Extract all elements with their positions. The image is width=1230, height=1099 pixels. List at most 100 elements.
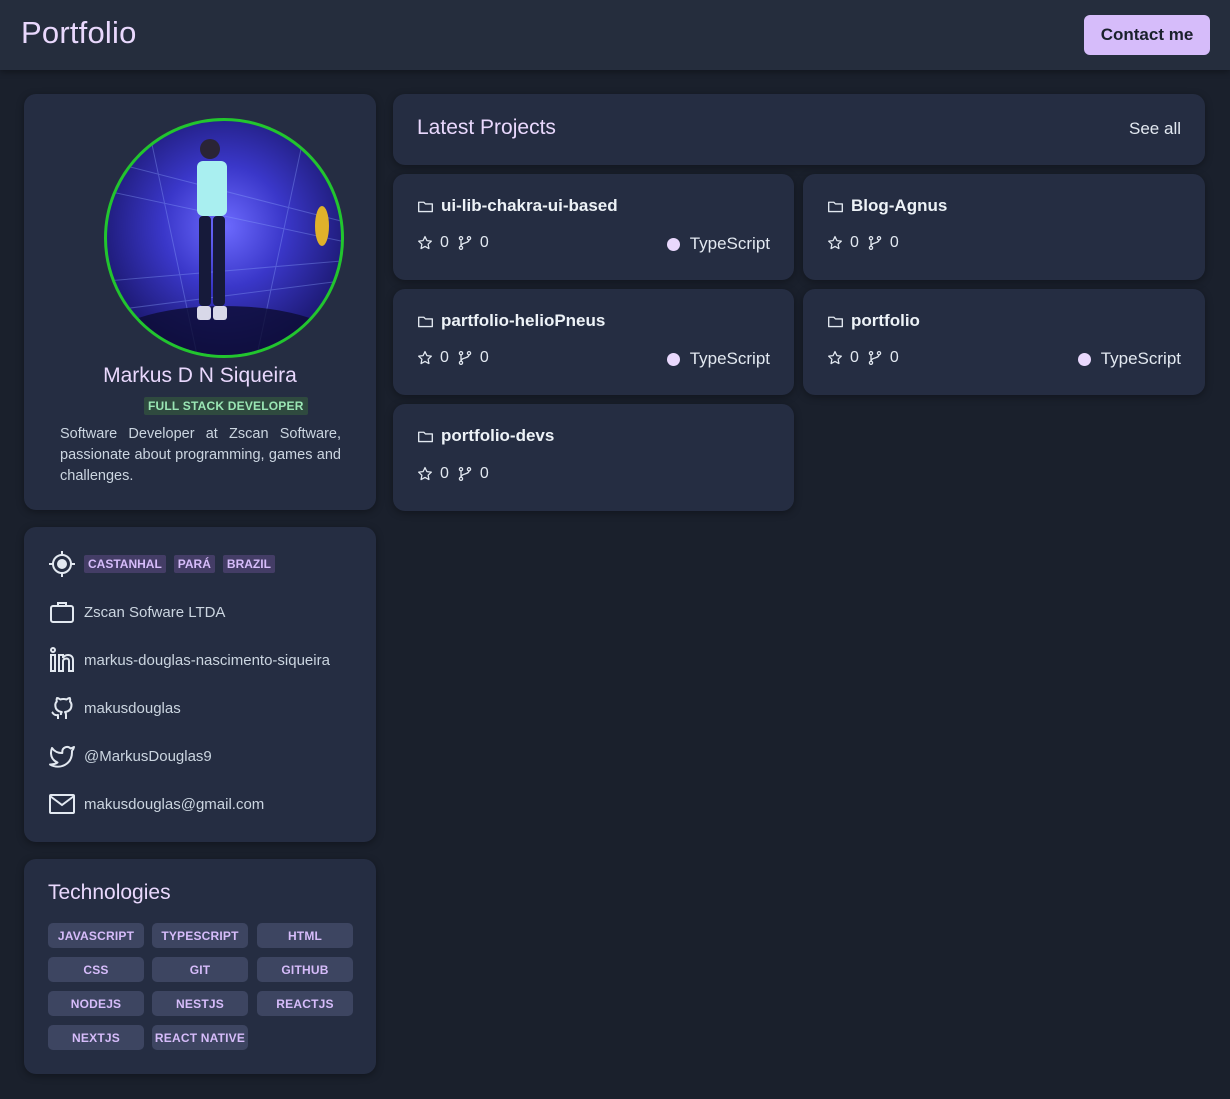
- folder-icon: [828, 201, 843, 212]
- email-link[interactable]: makusdouglas@gmail.com: [84, 796, 264, 813]
- location-row: CASTANHAL PARÁ BRAZIL: [48, 550, 283, 578]
- git-fork-icon: [458, 350, 472, 366]
- mail-icon: [49, 794, 75, 814]
- tech-badge: NODEJS: [48, 991, 144, 1016]
- profile-card: Markus D N Siqueira FULL STACK DEVELOPER…: [24, 94, 376, 510]
- email-row[interactable]: makusdouglas@gmail.com: [48, 790, 264, 818]
- tech-badge: JAVASCRIPT: [48, 923, 144, 948]
- crosshair-icon: [49, 551, 75, 577]
- folder-icon: [418, 201, 433, 212]
- fork-count: 0: [479, 234, 489, 251]
- linkedin-icon: [50, 647, 74, 672]
- project-name[interactable]: partfolio-helioPneus: [441, 311, 605, 331]
- location-city-badge: CASTANHAL: [84, 555, 166, 573]
- project-language: TypeScript: [1077, 349, 1181, 369]
- project-language: TypeScript: [666, 234, 770, 254]
- star-icon: [828, 350, 842, 365]
- fork-count: 0: [479, 349, 489, 366]
- linkedin-row[interactable]: markus-douglas-nascimento-siqueira: [48, 646, 330, 674]
- language-label: TypeScript: [689, 234, 770, 253]
- folder-icon: [418, 431, 433, 442]
- star-count: 0: [440, 465, 449, 482]
- project-card[interactable]: Blog-Agnus 0 0: [803, 174, 1205, 280]
- twitter-link[interactable]: @MarkusDouglas9: [84, 748, 212, 765]
- tech-badge: HTML: [257, 923, 353, 948]
- language-dot: [666, 352, 680, 366]
- star-count: 0: [440, 234, 449, 251]
- tech-badge: REACTJS: [257, 991, 353, 1016]
- tech-badge: NESTJS: [152, 991, 248, 1016]
- tech-badge: TYPESCRIPT: [152, 923, 248, 948]
- git-fork-icon: [868, 350, 882, 366]
- star-icon: [418, 235, 432, 250]
- star-count: 0: [850, 234, 859, 251]
- language-dot: [666, 237, 680, 251]
- twitter-icon: [49, 746, 75, 768]
- project-stats: 0 0: [827, 234, 907, 252]
- location-country-badge: BRAZIL: [222, 555, 275, 573]
- star-icon: [418, 466, 432, 481]
- star-icon: [828, 235, 842, 250]
- top-navbar: Portfolio Contact me: [0, 0, 1230, 70]
- project-name[interactable]: Blog-Agnus: [851, 196, 947, 216]
- language-dot: [1077, 352, 1091, 366]
- project-title[interactable]: portfolio-devs: [417, 426, 554, 446]
- project-card[interactable]: partfolio-helioPneus 0 0 TypeScript: [393, 289, 794, 395]
- twitter-row[interactable]: @MarkusDouglas9: [48, 742, 212, 770]
- profile-bio: Software Developer at Zscan Software, pa…: [60, 426, 341, 484]
- fork-count: 0: [889, 234, 899, 251]
- avatar-photo-icon: [107, 121, 341, 355]
- github-row[interactable]: makusdouglas: [48, 694, 181, 722]
- avatar: [104, 118, 344, 358]
- fork-count: 0: [479, 465, 489, 482]
- project-title[interactable]: ui-lib-chakra-ui-based: [417, 196, 618, 216]
- project-card[interactable]: portfolio 0 0 TypeScript: [803, 289, 1205, 395]
- project-title[interactable]: partfolio-helioPneus: [417, 311, 605, 331]
- contact-me-button[interactable]: Contact me: [1084, 15, 1210, 55]
- git-fork-icon: [868, 235, 882, 251]
- project-title[interactable]: Blog-Agnus: [827, 196, 947, 216]
- latest-projects-header: Latest Projects See all: [393, 94, 1205, 165]
- star-icon: [418, 350, 432, 365]
- location-state-badge: PARÁ: [173, 555, 215, 573]
- github-icon: [51, 697, 73, 719]
- folder-icon: [418, 316, 433, 327]
- role-badge: FULL STACK DEVELOPER: [144, 397, 308, 415]
- linkedin-link[interactable]: markus-douglas-nascimento-siqueira: [84, 652, 330, 669]
- star-count: 0: [850, 349, 859, 366]
- company-row: Zscan Sofware LTDA: [48, 598, 225, 626]
- project-language: TypeScript: [666, 349, 770, 369]
- star-count: 0: [440, 349, 449, 366]
- technologies-card: Technologies JAVASCRIPT TYPESCRIPT HTML …: [24, 859, 376, 1074]
- github-link[interactable]: makusdouglas: [84, 700, 181, 717]
- project-name[interactable]: ui-lib-chakra-ui-based: [441, 196, 618, 216]
- project-card[interactable]: ui-lib-chakra-ui-based 0 0 TypeScript: [393, 174, 794, 280]
- fork-count: 0: [889, 349, 899, 366]
- project-stats: 0 0: [417, 465, 497, 483]
- see-all-link[interactable]: See all: [1129, 119, 1181, 139]
- folder-icon: [828, 316, 843, 327]
- tech-badge: GITHUB: [257, 957, 353, 982]
- git-fork-icon: [458, 235, 472, 251]
- briefcase-icon: [50, 602, 74, 623]
- tech-badge: CSS: [48, 957, 144, 982]
- git-fork-icon: [458, 466, 472, 482]
- company-text: Zscan Sofware LTDA: [84, 603, 226, 621]
- contact-info-card: CASTANHAL PARÁ BRAZIL Zscan Sofware LTDA…: [24, 527, 376, 842]
- language-label: TypeScript: [1100, 349, 1181, 368]
- technologies-title: Technologies: [48, 881, 171, 904]
- tech-badge: GIT: [152, 957, 248, 982]
- project-stats: 0 0: [827, 349, 907, 367]
- tech-badge: NEXTJS: [48, 1025, 144, 1050]
- brand-title[interactable]: Portfolio: [21, 15, 137, 51]
- project-stats: 0 0: [417, 234, 497, 252]
- project-stats: 0 0: [417, 349, 497, 367]
- project-title[interactable]: portfolio: [827, 311, 920, 331]
- tech-badge: REACT NATIVE: [152, 1025, 248, 1050]
- latest-projects-title: Latest Projects: [417, 116, 556, 139]
- language-label: TypeScript: [689, 349, 770, 368]
- project-card[interactable]: portfolio-devs 0 0: [393, 404, 794, 511]
- project-name[interactable]: portfolio-devs: [441, 426, 554, 446]
- profile-name: Markus D N Siqueira: [103, 364, 297, 387]
- project-name[interactable]: portfolio: [851, 311, 920, 331]
